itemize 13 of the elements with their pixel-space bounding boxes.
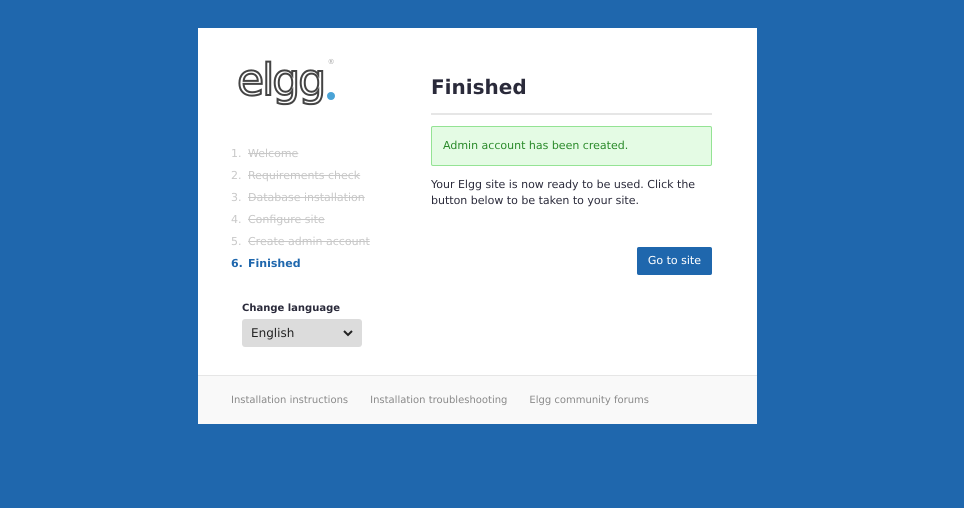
success-message: Admin account has been created. bbox=[431, 126, 712, 166]
footer-link[interactable]: Installation troubleshooting bbox=[370, 392, 508, 408]
logo-text: elgg bbox=[237, 56, 324, 108]
language-select[interactable]: English bbox=[242, 319, 362, 347]
chevron-down-icon bbox=[343, 329, 353, 337]
page-title: Finished bbox=[431, 75, 712, 115]
footer-link[interactable]: Installation instructions bbox=[231, 392, 348, 408]
footer-link[interactable]: Elgg community forums bbox=[529, 392, 649, 408]
language-label: Change language bbox=[242, 302, 342, 316]
body-text: Your Elgg site is now ready to be used. Click the button below to be taken to your site. bbox=[431, 177, 696, 209]
step-label: Finished bbox=[248, 256, 301, 272]
go-to-site-button[interactable]: Go to site bbox=[636, 247, 712, 275]
step-number: 6. bbox=[231, 256, 241, 272]
